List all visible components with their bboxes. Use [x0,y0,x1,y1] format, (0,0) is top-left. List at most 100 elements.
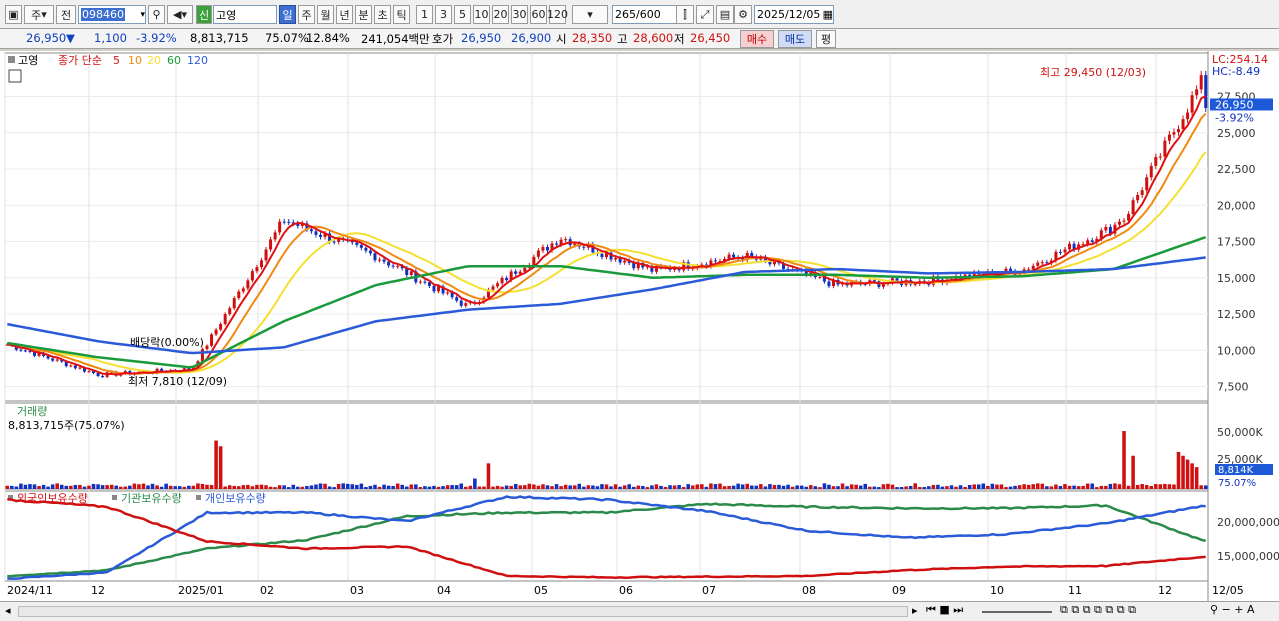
calendar-icon[interactable]: ▦ [823,8,833,21]
interval-60[interactable]: 60 [530,5,547,24]
candle-body [69,365,73,367]
period-틱[interactable]: 틱 [393,5,410,24]
volume-bar [237,486,241,489]
volume-bar [818,487,822,489]
volume-bar [836,486,840,489]
price-chart[interactable]: 2024/11 12 2025/01 02 03 04 05 06 07 08 09 10 11 12 12… [0,51,1279,601]
volume-bar [745,483,749,489]
volume-bar [591,485,595,489]
volume-bar [809,485,813,489]
candle-body [264,249,268,261]
period-분[interactable]: 분 [355,5,372,24]
volume-bar [500,486,504,489]
x-tick-label: 12 [1158,584,1172,597]
candle-body [459,300,463,306]
volume-ytick: 50,000K [1217,426,1263,439]
save-icon[interactable]: ▤ [716,5,734,24]
volume-bar [277,485,282,489]
interval-120[interactable]: 120 [547,5,568,24]
candle-body [895,278,899,281]
interval-3[interactable]: 3 [435,5,452,24]
period-초[interactable]: 초 [374,5,391,24]
volume-bar [10,485,14,489]
zoom-icon[interactable]: ⚲ − + A [1210,603,1255,616]
volume-bar [191,485,196,489]
volume-bar [264,485,268,489]
volume-bar [309,485,314,489]
volume-bar [300,486,305,489]
turnover-rate: 12.84% [306,31,350,45]
stock-code-value: 098460 [81,8,125,21]
gear-icon[interactable]: ⚙ [734,5,752,24]
candle-icon[interactable]: ⫿ [676,5,694,24]
period-주[interactable]: 주 [298,5,315,24]
date-field[interactable]: 2025/12/05 ▦ [754,5,834,24]
candle-body [872,280,876,282]
crosshair-icon[interactable]: ⤢ [696,5,714,24]
interval-10[interactable]: 10 [473,5,490,24]
buy-button[interactable]: 매수 [740,30,774,48]
volume-bar [137,484,141,489]
volume-bar [350,484,355,489]
candle-body [278,221,282,233]
volume-bar [681,487,686,489]
candle-body [881,283,885,287]
interval-30[interactable]: 30 [511,5,528,24]
volume-bar [128,485,132,489]
candle-body [237,291,241,299]
volume-bar [1049,486,1054,489]
volume-bar [273,487,277,489]
volume-bar [786,484,790,489]
ma-period-label: 120 [187,54,208,67]
volume-bar [168,485,173,489]
volume-bar [641,486,645,489]
candle-body [223,314,227,324]
dividend-annotation: 배당락(0.00%) [130,336,204,349]
period-월[interactable]: 월 [317,5,334,24]
prev-button[interactable]: 전 [56,5,76,24]
volume-bar [454,485,459,489]
interval-20[interactable]: 20 [492,5,509,24]
zoom-slider[interactable] [982,611,1052,613]
interval-5[interactable]: 5 [454,5,471,24]
chart-type-select[interactable]: 주 ▾ [24,5,54,24]
volume-bar [182,486,187,489]
stock-code-input[interactable]: 098460 ▾ [78,5,146,24]
scroll-right-icon[interactable]: ▸ [912,604,918,617]
volume-bar [1063,484,1067,489]
eval-button[interactable]: 평 [816,30,836,48]
candle-body [387,261,391,266]
volume-bar [886,483,890,489]
volume-current-label: 8,814K [1218,465,1254,476]
holding-ytick: 20,000,000 [1217,516,1279,529]
data-count-field[interactable]: 265/600 [612,5,678,24]
volume-bar [1176,451,1181,489]
scroll-left-icon[interactable]: ◂ [5,604,11,617]
volume-bar [954,486,958,489]
candle-body [1145,177,1149,191]
sound-icon[interactable]: ◀▾ [167,5,193,24]
scroll-track[interactable] [18,606,908,617]
volume-bar [582,486,586,489]
sell-button[interactable]: 매도 [778,30,812,48]
interval-1[interactable]: 1 [416,5,433,24]
window-icon[interactable]: ▣ [5,5,22,24]
bid-ask-label: 호가 [432,32,454,46]
interval-dropdown[interactable]: ▾ [572,5,608,24]
period-일[interactable]: 일 [279,5,296,24]
stock-name-field[interactable]: 고영 [213,5,277,24]
volume-bar [609,486,613,489]
search-icon[interactable]: ⚲ [148,5,165,24]
volume-bar [282,485,286,489]
candle-body [1181,119,1185,129]
volume-bar [164,483,168,489]
volume-bar [554,484,559,489]
volume-bar [1104,485,1108,489]
period-년[interactable]: 년 [336,5,353,24]
candle-body [259,260,263,268]
volume-bar [1081,485,1085,489]
playback-controls[interactable]: ⏮ ■ ⏭ [926,603,963,617]
volume-bar [296,486,300,489]
volume-bar [618,486,622,489]
tool-icons[interactable]: ⧉ ⧉ ⧉ ⧉ ⧉ ⧉ ⧉ [1060,603,1136,617]
